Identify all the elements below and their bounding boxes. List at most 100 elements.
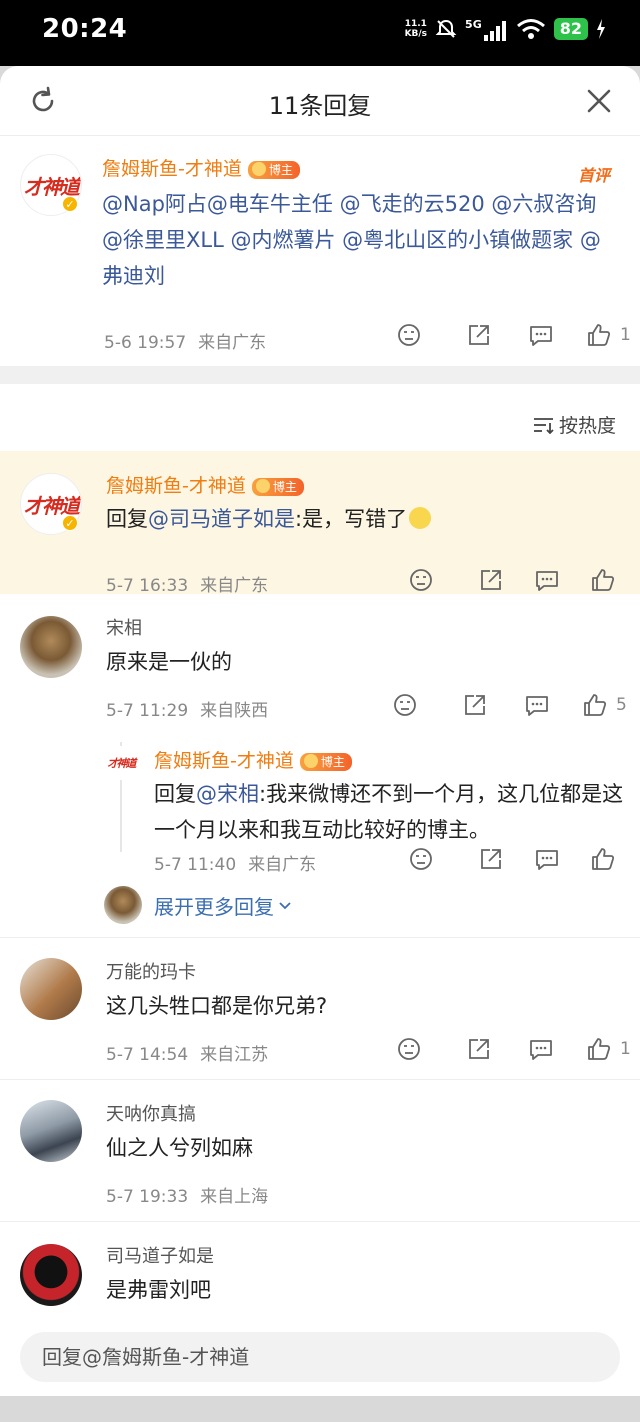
sort-label: 按热度 [558, 415, 616, 437]
avatar[interactable] [20, 958, 82, 1020]
replies-sheet: 11条回复 才神道 ✓ 詹姆斯鱼-才神道 博主 首评 @Nap阿占@电车牛主任 @… [0, 66, 640, 1422]
crown-icon [251, 161, 266, 176]
expand-more-label: 展开更多回复 [154, 894, 274, 919]
mention-link[interactable]: @Nap阿占 [102, 192, 207, 216]
mention-link[interactable]: @电车牛主任 [207, 192, 333, 216]
like-button[interactable]: 1 [586, 1036, 631, 1062]
mention-link[interactable]: @六叔咨询 [491, 192, 596, 216]
like-button[interactable]: 5 [582, 692, 627, 718]
nested-reply-time: 5-7 11:40 来自广东 [154, 850, 316, 875]
avatar[interactable] [20, 1244, 82, 1306]
avatar[interactable] [20, 1100, 82, 1162]
chevron-down-icon [279, 902, 291, 910]
sort-button[interactable]: 按热度 [533, 411, 616, 438]
comment-icon[interactable] [534, 567, 560, 593]
badge-label: 博主 [268, 162, 293, 177]
username-text: 詹姆斯鱼-才神道 [102, 158, 242, 180]
comment-text: 是弗雷刘吧 [106, 1278, 211, 1302]
net-speed-unit: KB/s [404, 29, 428, 39]
mention-link[interactable]: @宋相 [196, 782, 259, 806]
badge-label: 博主 [320, 754, 345, 769]
list-item: 司马道子如是 是弗雷刘吧 [0, 1222, 640, 1332]
comment-location: 来自广东 [198, 333, 267, 353]
comment-location: 来自陕西 [200, 701, 269, 721]
expand-more-replies[interactable]: 展开更多回复 [104, 886, 293, 924]
sheet-header: 11条回复 [0, 66, 640, 136]
like-icon[interactable] [590, 846, 616, 872]
status-bar: 20:24 11.1 KB/s 5G 82 [0, 0, 640, 66]
username[interactable]: 万能的玛卡 [106, 958, 196, 984]
share-icon[interactable] [466, 322, 492, 348]
net-speed-value: 11.1 [404, 19, 427, 29]
like-icon[interactable] [590, 567, 616, 593]
comment-text: 原来是一伙的 [106, 650, 232, 674]
network-type: 5G [465, 18, 508, 41]
comment-time: 5-7 19:33 [106, 1187, 189, 1207]
network-label: 5G [465, 17, 482, 31]
comment-location: 来自江苏 [200, 1045, 269, 1065]
share-icon[interactable] [478, 567, 504, 593]
signal-icon [483, 20, 506, 41]
like-button[interactable]: 1 [586, 322, 631, 348]
share-icon[interactable] [478, 846, 504, 872]
nested-reply: 才神道 詹姆斯鱼-才神道 博主 回复@宋相:我来微博还不到一个月，这几位都是这一个… [104, 742, 623, 852]
blogger-badge: 博主 [299, 752, 352, 771]
mute-icon [435, 19, 457, 38]
brand-logo: 才神道 [107, 757, 137, 770]
comment-text: 回复@宋相:我来微博还不到一个月，这几位都是这一个月以来和我互动比较好的博主。 [154, 776, 624, 848]
avatar[interactable]: 才神道 [104, 746, 138, 780]
comment-time: 5-6 19:57 [104, 333, 187, 353]
dislike-icon[interactable] [408, 846, 434, 872]
comment-icon[interactable] [528, 1036, 554, 1062]
close-icon[interactable] [584, 86, 614, 116]
dislike-icon[interactable] [396, 322, 422, 348]
like-icon [584, 694, 607, 716]
verified-icon: ✓ [62, 515, 78, 531]
first-comment-label: 首评 [577, 166, 610, 185]
mention-link[interactable]: @粤北山区的小镇做题家 [342, 228, 573, 252]
like-count: 1 [620, 1039, 631, 1059]
username[interactable]: 詹姆斯鱼-才神道 博主 [154, 746, 352, 773]
comment-text: 回复@司马道子如是:是，写错了 [106, 501, 606, 537]
avatar[interactable] [20, 616, 82, 678]
reply-prefix: 回复 [154, 782, 196, 806]
comment-location: 来自广东 [200, 576, 269, 596]
crown-icon [303, 753, 318, 768]
share-icon[interactable] [466, 1036, 492, 1062]
comment-icon[interactable] [534, 846, 560, 872]
username[interactable]: 天呐你真搞 [106, 1100, 196, 1126]
net-speed: 11.1 KB/s [405, 19, 427, 39]
list-item: 天呐你真搞 仙之人兮列如麻 5-7 19:33 来自上海 [0, 1080, 640, 1222]
username[interactable]: 詹姆斯鱼-才神道 博主 [102, 154, 300, 181]
status-indicators: 11.1 KB/s 5G 82 [405, 14, 606, 44]
mention-link[interactable]: @飞走的云520 [340, 192, 485, 216]
username[interactable]: 詹姆斯鱼-才神道 博主 [106, 471, 304, 498]
dislike-icon[interactable] [408, 567, 434, 593]
username-text: 詹姆斯鱼-才神道 [106, 475, 246, 497]
comment-meta: 5-7 11:29 来自陕西 [106, 696, 268, 721]
avatar [104, 886, 142, 924]
comment-actions: 1 [396, 1036, 631, 1062]
dislike-icon[interactable] [396, 1036, 422, 1062]
comment-icon[interactable] [524, 692, 550, 718]
list-item: 宋相 原来是一伙的 5-7 11:29 来自陕西 5 才神道 詹姆斯鱼-才神道 博主… [0, 594, 640, 938]
comment-text: @Nap阿占@电车牛主任 @飞走的云520 @六叔咨询 @徐里里XLL @内燃薯… [102, 186, 614, 294]
reply-text: :是，写错了 [295, 507, 408, 531]
mention-link[interactable]: @司马道子如是 [148, 507, 295, 531]
username[interactable]: 司马道子如是 [106, 1242, 214, 1268]
comment-icon[interactable] [528, 322, 554, 348]
embarrassed-emoji-icon [409, 507, 432, 529]
battery-indicator: 82 [553, 18, 588, 40]
comment-location: 来自上海 [200, 1187, 269, 1207]
comment-actions [408, 846, 616, 872]
username[interactable]: 宋相 [106, 614, 142, 640]
reply-input[interactable]: 回复@詹姆斯鱼-才神道 [20, 1332, 620, 1382]
comment-meta: 5-7 14:54 来自江苏 [106, 1040, 268, 1065]
status-time: 20:24 [42, 14, 128, 44]
comment-meta: 5-7 16:33 来自广东 [106, 571, 268, 596]
mention-link[interactable]: @徐里里XLL [102, 228, 224, 252]
share-icon[interactable] [462, 692, 488, 718]
blogger-badge: 博主 [251, 477, 304, 496]
mention-link[interactable]: @内燃薯片 [230, 228, 335, 252]
dislike-icon[interactable] [392, 692, 418, 718]
